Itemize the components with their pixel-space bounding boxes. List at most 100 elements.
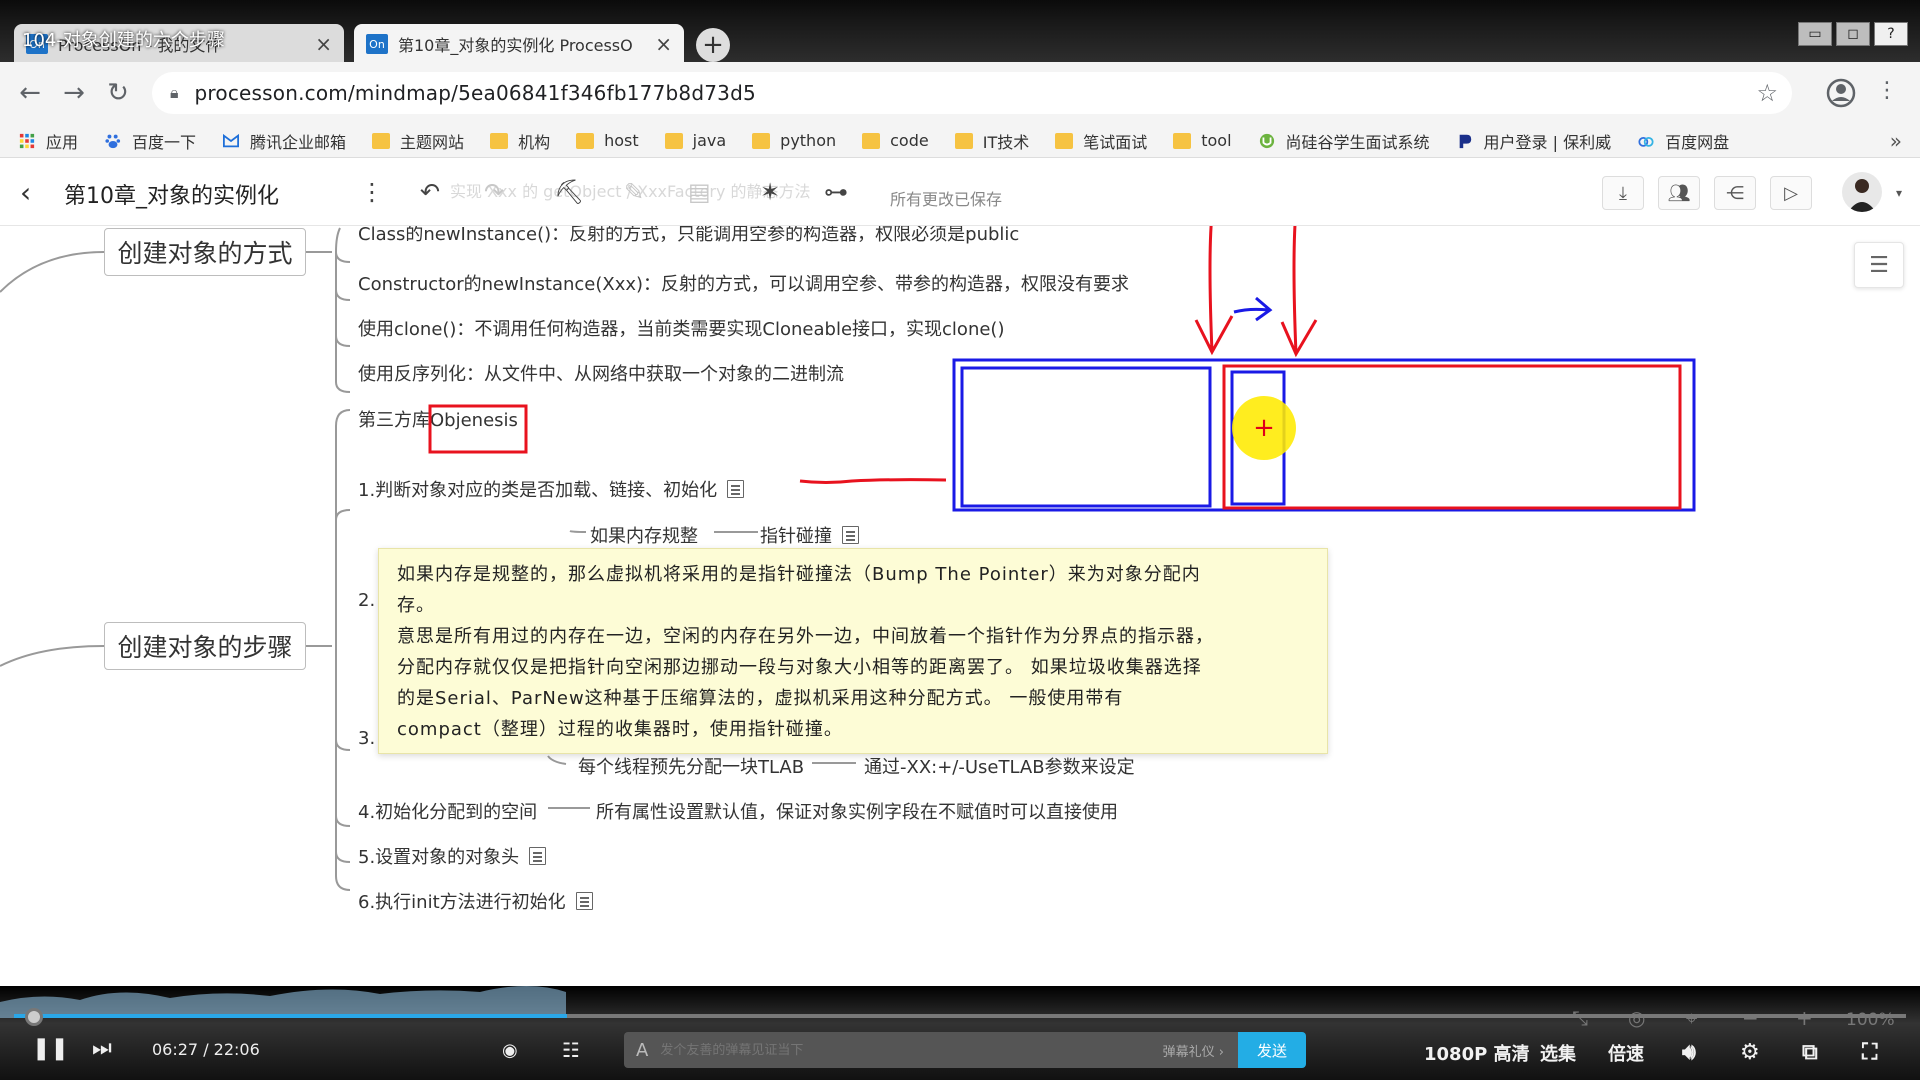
forward-arrow-icon[interactable]: → xyxy=(52,71,96,115)
bookmark-folder[interactable]: code xyxy=(862,131,929,150)
download-icon[interactable]: ⤓ xyxy=(1602,176,1644,210)
bookmark-shangguigu[interactable]: 尚硅谷学生面试系统 xyxy=(1258,129,1430,153)
help-button[interactable]: ? xyxy=(1874,22,1908,46)
step-1-check-class[interactable]: 1.判断对象对应的类是否加载、链接、初始化 xyxy=(358,476,745,502)
back-arrow-icon[interactable]: ← xyxy=(8,71,52,115)
tab-mindmap[interactable]: On 第10章_对象的实例化 ProcessO × xyxy=(354,24,684,64)
restore-button[interactable]: ◻ xyxy=(1836,22,1870,46)
topic-creation-methods[interactable]: 创建对象的方式 xyxy=(104,228,306,276)
method-clone[interactable]: 使用clone()：不调用任何构造器，当前类需要实现Cloneable接口，实现… xyxy=(358,315,1004,341)
text-style-icon[interactable]: A xyxy=(636,1040,648,1061)
bookmark-folder[interactable]: 主题网站 xyxy=(372,129,464,153)
bookmark-folder[interactable]: python xyxy=(752,131,836,150)
bookmark-folder[interactable]: 笔试面试 xyxy=(1055,129,1147,153)
location-icon[interactable]: ⌖ xyxy=(1686,1006,1697,1030)
fullscreen-icon[interactable]: ⛶ xyxy=(1862,1040,1877,1065)
back-chevron-icon[interactable]: ‹ xyxy=(20,176,31,209)
step-4-init-space[interactable]: 4.初始化分配到的空间 xyxy=(358,798,537,824)
more-options-icon[interactable]: ⋮ xyxy=(360,178,384,206)
bookmark-tencent-mail[interactable]: 腾讯企业邮箱 xyxy=(222,129,346,153)
share-icon[interactable]: ⋲ xyxy=(1714,176,1756,210)
bump-the-pointer-node[interactable]: 指针碰撞 xyxy=(760,522,859,548)
note-icon[interactable] xyxy=(727,480,745,498)
caret-down-icon[interactable]: ▾ xyxy=(1896,186,1902,200)
bookmark-label: 百度一下 xyxy=(132,132,197,152)
bookmark-label: python xyxy=(780,131,837,150)
danmaku-settings-icon[interactable]: ☷ xyxy=(562,1038,580,1062)
play-icon[interactable]: ▷ xyxy=(1770,176,1812,210)
bookmark-folder[interactable]: tool xyxy=(1173,131,1232,150)
account-icon[interactable] xyxy=(1822,74,1860,112)
danmaku-toggle-icon[interactable]: ◉ xyxy=(502,1040,518,1061)
next-icon[interactable]: ⏭︎ xyxy=(92,1036,112,1061)
pause-icon[interactable]: ❚❚ xyxy=(32,1036,69,1061)
picture-in-picture-icon[interactable]: ⧉ xyxy=(1802,1040,1818,1065)
gear-icon[interactable]: ⚙ xyxy=(1740,1040,1760,1065)
tooltip-line: 存。 xyxy=(397,595,435,616)
document-title[interactable]: 第10章_对象的实例化 xyxy=(64,178,279,210)
close-icon[interactable]: × xyxy=(315,32,332,56)
step-3-partial[interactable]: 3. xyxy=(358,728,375,749)
window-controls: ▭ ◻ ? xyxy=(1798,22,1908,46)
step-6-init-method[interactable]: 6.执行init方法进行初始化 xyxy=(358,888,593,914)
note-icon[interactable] xyxy=(529,847,547,865)
use-tlab-param-node[interactable]: 通过-XX:+/-UseTLAB参数来设定 xyxy=(864,753,1135,779)
bookmark-folder[interactable]: host xyxy=(576,131,639,150)
close-icon[interactable]: × xyxy=(655,32,672,56)
view-icon[interactable]: ◎ xyxy=(1628,1006,1645,1030)
bookmark-baidu[interactable]: 百度一下 xyxy=(104,129,196,153)
danmaku-input-box[interactable]: A 弹幕礼仪 › xyxy=(624,1032,1238,1068)
settings-panel-icon[interactable]: ☰ xyxy=(1854,242,1904,288)
danmaku-input[interactable] xyxy=(660,1042,1163,1058)
send-button[interactable]: 发送 xyxy=(1238,1032,1306,1068)
structure-icon[interactable]: ⊶ xyxy=(824,178,848,206)
magic-wand-icon[interactable]: ✶ xyxy=(760,178,780,206)
zoom-out-icon[interactable]: − xyxy=(1742,1006,1759,1030)
quality-selector[interactable]: 1080P 高清 xyxy=(1424,1040,1530,1066)
mindmap-canvas[interactable]: 创建对象的方式 创建对象的步骤 Class的newInstance()：反射的方… xyxy=(0,226,1920,986)
method-class-newinstance[interactable]: Class的newInstance()：反射的方式，只能调用空参的构造器，权限必… xyxy=(358,226,1019,246)
zoom-level: 100% xyxy=(1846,1010,1895,1030)
address-bar[interactable]: 🔒︎ processon.com/mindmap/5ea06841f346fb1… xyxy=(152,72,1792,114)
step-5-object-header[interactable]: 5.设置对象的对象头 xyxy=(358,843,547,869)
zoom-in-icon[interactable]: + xyxy=(1796,1006,1813,1030)
danmaku-etiquette-link[interactable]: 弹幕礼仪 › xyxy=(1163,1041,1224,1060)
star-icon[interactable]: ☆ xyxy=(1756,79,1778,107)
progress-bar[interactable] xyxy=(14,1014,1906,1018)
bookmark-folder[interactable]: java xyxy=(664,131,726,150)
step-4-default-values[interactable]: 所有属性设置默认值，保证对象实例字段在不赋值时可以直接使用 xyxy=(596,798,1118,824)
scrub-handle[interactable] xyxy=(25,1008,44,1026)
method-objenesis[interactable]: 第三方库Objenesis xyxy=(358,406,518,432)
collaborate-icon[interactable]: 👥︎ xyxy=(1658,176,1700,210)
reload-icon[interactable]: ↻ xyxy=(96,71,140,115)
tooltip-line: 分配内存就仅仅是把指针向空闲那边挪动一段与对象大小相等的距离罢了。 如果垃圾收集… xyxy=(397,657,1202,678)
speed-button[interactable]: 倍速 xyxy=(1608,1040,1644,1066)
topic-creation-steps[interactable]: 创建对象的步骤 xyxy=(104,622,306,670)
bookmark-baidu-netdisk[interactable]: 百度网盘 xyxy=(1637,129,1729,153)
tlab-node[interactable]: 每个线程预先分配一块TLAB xyxy=(578,753,804,779)
bookmarks-overflow-icon[interactable]: » xyxy=(1890,129,1902,153)
bookmark-polyv[interactable]: 用户登录 | 保利威 xyxy=(1456,129,1611,153)
avatar[interactable] xyxy=(1842,172,1882,212)
menu-icon[interactable]: ⋮ xyxy=(1876,78,1898,103)
note-icon[interactable] xyxy=(575,892,593,910)
redo-icon[interactable]: ↷ xyxy=(484,178,504,206)
step-2-memory-regular[interactable]: 如果内存规整 xyxy=(590,522,698,548)
step-2-partial[interactable]: 2. xyxy=(358,590,375,611)
format-painter-icon[interactable]: ⛏ xyxy=(554,178,584,206)
new-tab-button[interactable]: + xyxy=(696,28,730,62)
topic-style-icon[interactable]: ▤ xyxy=(688,178,711,206)
bookmark-apps[interactable]: 应用 xyxy=(18,129,78,153)
episodes-button[interactable]: 选集 xyxy=(1540,1040,1576,1066)
method-constructor-newinstance[interactable]: Constructor的newInstance(Xxx)：反射的方式，可以调用空… xyxy=(358,270,1129,296)
bookmark-folder[interactable]: 机构 xyxy=(490,129,550,153)
volume-icon[interactable]: 🔊︎ xyxy=(1682,1040,1696,1065)
minimize-button[interactable]: ▭ xyxy=(1798,22,1832,46)
bookmark-label: host xyxy=(604,131,639,150)
undo-icon[interactable]: ↶ xyxy=(420,178,440,206)
style-pen-icon[interactable]: ✎ xyxy=(624,178,644,206)
bookmark-folder[interactable]: IT技术 xyxy=(954,129,1029,153)
method-deserialize[interactable]: 使用反序列化：从文件中、从网络中获取一个对象的二进制流 xyxy=(358,360,844,386)
note-icon[interactable] xyxy=(842,526,859,544)
fit-screen-icon[interactable]: ⤡ xyxy=(1572,1006,1588,1030)
